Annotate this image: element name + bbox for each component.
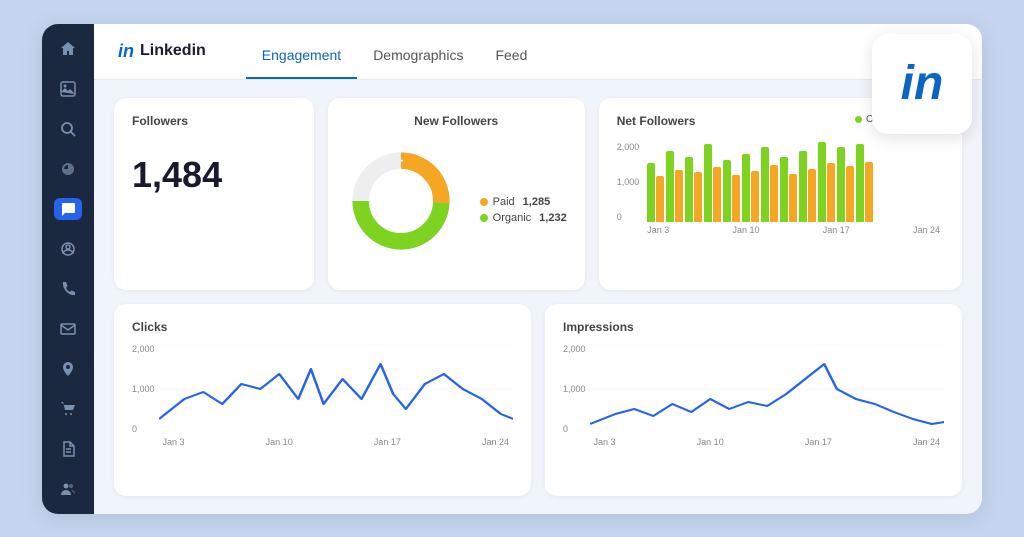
impressions-chart-area: 2,000 1,000 0 <box>563 344 944 480</box>
bar-group <box>799 151 816 222</box>
logo-area: in Linkedin <box>118 41 206 62</box>
paid-bar <box>865 162 873 221</box>
bar-group <box>685 157 702 222</box>
impressions-card: Impressions 2,000 1,000 0 <box>545 304 962 496</box>
organic-legend-item: Organic 1,232 <box>480 212 567 224</box>
paid-bar <box>713 167 721 221</box>
paid-bar <box>808 169 816 222</box>
content-area: Followers 1,484 New Followers <box>94 80 982 514</box>
organic-bar <box>780 157 788 222</box>
organic-bar <box>723 160 731 222</box>
bar-chart <box>643 142 944 222</box>
paid-legend-item: Paid 1,285 <box>480 196 567 208</box>
main-content: in Linkedin Engagement Demographics Feed <box>94 24 982 514</box>
organic-bar <box>742 154 750 221</box>
clicks-card: Clicks 2,000 1,000 0 <box>114 304 531 496</box>
followers-value: 1,484 <box>132 154 296 196</box>
user-circle-icon[interactable] <box>54 238 82 260</box>
clicks-chart-area: 2,000 1,000 0 <box>132 344 513 480</box>
organic-bar <box>818 142 826 222</box>
bar-group <box>780 157 797 222</box>
paid-bar <box>732 175 740 221</box>
bar-group <box>856 144 873 221</box>
new-followers-card: New Followers <box>328 98 585 290</box>
paid-bar <box>694 172 702 221</box>
organic-bar <box>761 147 769 222</box>
paid-bar <box>827 163 835 221</box>
bottom-row: Clicks 2,000 1,000 0 <box>114 304 962 496</box>
tab-feed[interactable]: Feed <box>479 24 543 79</box>
bar-group <box>666 151 683 222</box>
paid-bar <box>656 176 664 221</box>
donut-chart <box>346 146 466 266</box>
clicks-title: Clicks <box>132 320 513 334</box>
top-row: Followers 1,484 New Followers <box>114 98 962 290</box>
linkedin-big-logo: in <box>901 60 944 108</box>
organic-bar <box>647 163 655 221</box>
followers-card: Followers 1,484 <box>114 98 314 290</box>
impressions-chart-wrapper: 2,000 1,000 0 <box>563 344 944 480</box>
clicks-line-chart <box>159 344 513 434</box>
impressions-title: Impressions <box>563 320 944 334</box>
nav-tabs: Engagement Demographics Feed <box>246 24 544 79</box>
impressions-x-labels: Jan 3 Jan 10 Jan 17 Jan 24 <box>590 437 944 447</box>
bar-chart-y-labels: 2,000 1,000 0 <box>617 142 640 222</box>
app-title: Linkedin <box>140 42 206 60</box>
organic-dot <box>480 214 488 222</box>
home-icon[interactable] <box>54 38 82 60</box>
bar-group <box>723 160 740 222</box>
organic-bar <box>856 144 864 221</box>
clicks-y-labels: 2,000 1,000 0 <box>132 344 155 434</box>
image-icon[interactable] <box>54 78 82 100</box>
net-followers-title: Net Followers <box>617 114 696 128</box>
sidebar <box>42 24 94 514</box>
search-icon[interactable] <box>54 118 82 140</box>
location-icon[interactable] <box>54 358 82 380</box>
bar-group <box>837 147 854 222</box>
paid-bar <box>675 170 683 222</box>
tab-engagement[interactable]: Engagement <box>246 24 357 79</box>
donut-legend: Paid 1,285 Organic 1,232 <box>480 196 567 224</box>
main-container: in Linkedin Engagement Demographics Feed <box>42 24 982 514</box>
bar-group <box>704 144 721 221</box>
phone-icon[interactable] <box>54 278 82 300</box>
impressions-line-chart <box>590 344 944 434</box>
paid-dot <box>480 198 488 206</box>
message-icon[interactable] <box>54 198 82 220</box>
cart-icon[interactable] <box>54 398 82 420</box>
paid-bar <box>789 174 797 222</box>
mail-icon[interactable] <box>54 318 82 340</box>
group-icon[interactable] <box>54 478 82 500</box>
linkedin-logo-card: in <box>872 34 972 134</box>
bar-group <box>818 142 835 222</box>
tab-demographics[interactable]: Demographics <box>357 24 479 79</box>
organic-bar <box>704 144 712 221</box>
impressions-y-labels: 2,000 1,000 0 <box>563 344 586 434</box>
bar-chart-x-labels: Jan 3 Jan 10 Jan 17 Jan 24 <box>643 225 944 235</box>
clicks-chart-wrapper: 2,000 1,000 0 <box>132 344 513 480</box>
organic-bar <box>685 157 693 222</box>
organic-legend-dot <box>855 116 862 123</box>
chart-icon[interactable] <box>54 158 82 180</box>
paid-bar <box>770 165 778 222</box>
bar-group <box>761 147 778 222</box>
bar-group <box>647 163 664 221</box>
clicks-x-labels: Jan 3 Jan 10 Jan 17 Jan 24 <box>159 437 513 447</box>
organic-bar <box>837 147 845 222</box>
paid-bar <box>751 171 759 221</box>
file-icon[interactable] <box>54 438 82 460</box>
followers-title: Followers <box>132 114 296 128</box>
bar-group <box>742 154 759 221</box>
organic-bar <box>666 151 674 222</box>
header: in Linkedin Engagement Demographics Feed <box>94 24 982 80</box>
paid-bar <box>846 166 854 221</box>
linkedin-logo-text: in <box>118 41 134 62</box>
new-followers-title: New Followers <box>414 114 498 128</box>
bar-chart-wrapper: 2,000 1,000 0 Jan 3 Jan 10 Jan 17 Jan <box>617 142 944 274</box>
organic-bar <box>799 151 807 222</box>
